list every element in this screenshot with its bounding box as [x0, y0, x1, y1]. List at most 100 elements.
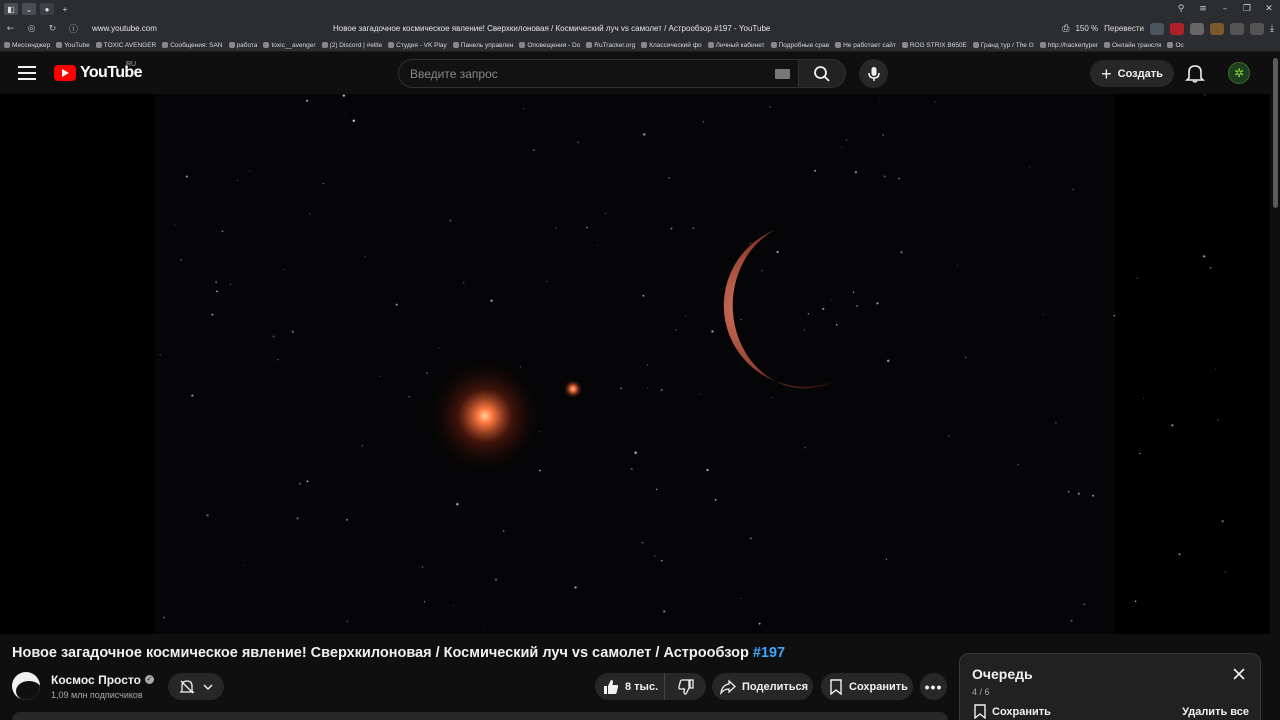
- voice-search-button[interactable]: [859, 59, 888, 88]
- keyboard-icon[interactable]: [775, 69, 790, 79]
- extension-icon[interactable]: [1250, 22, 1265, 35]
- extension-icon[interactable]: [1230, 22, 1245, 35]
- bookmark-item[interactable]: Сообщения: SAN: [162, 42, 223, 49]
- extension-icon[interactable]: [1150, 22, 1165, 35]
- background-star: [346, 620, 349, 623]
- youtube-logo[interactable]: YouTube RU: [54, 61, 142, 82]
- tab-strip-icon[interactable]: ◧: [4, 3, 18, 15]
- minimize-icon[interactable]: –: [1214, 4, 1236, 14]
- more-actions-button[interactable]: •••: [920, 673, 947, 700]
- bookmark-item[interactable]: RuTracker.org: [586, 42, 635, 49]
- bookmark-item[interactable]: Ос: [1167, 42, 1184, 49]
- background-star: [174, 224, 176, 226]
- background-star: [1113, 314, 1115, 317]
- dislike-button[interactable]: [665, 673, 706, 700]
- background-star: [352, 119, 356, 123]
- bookmark-item[interactable]: Не работает сайт: [835, 42, 896, 49]
- translate-button[interactable]: Перевести: [1104, 24, 1144, 33]
- bookmark-item[interactable]: работа: [228, 42, 257, 49]
- create-button[interactable]: + Создать: [1090, 60, 1174, 87]
- background-star: [1083, 603, 1086, 606]
- background-star: [308, 212, 311, 215]
- new-tab-icon[interactable]: +: [58, 3, 72, 15]
- bookmark-item[interactable]: Студия - VK Play: [388, 42, 447, 49]
- bookmark-item[interactable]: YouTube: [56, 42, 90, 49]
- back-icon[interactable]: ←: [0, 24, 21, 34]
- site-info-icon[interactable]: ⓘ: [63, 22, 84, 35]
- background-star: [675, 329, 677, 331]
- background-star: [577, 141, 580, 144]
- pin-icon[interactable]: ⚲: [1170, 4, 1192, 14]
- save-button[interactable]: Сохранить: [821, 673, 913, 700]
- search-box[interactable]: Введите запрос: [398, 59, 798, 88]
- extension-icon[interactable]: [1210, 22, 1225, 35]
- menu-icon[interactable]: ≡: [1192, 4, 1214, 14]
- youtube-header: YouTube RU Введите запрос + Создать ✲: [0, 52, 1280, 94]
- bookmark-item[interactable]: Классический фо: [641, 42, 702, 49]
- bookmark-favicon-icon: [228, 42, 235, 48]
- shield-icon[interactable]: ◎: [21, 24, 42, 34]
- channel-avatar[interactable]: [12, 672, 40, 700]
- url-field[interactable]: www.youtube.com: [92, 24, 292, 33]
- bookmark-item[interactable]: Панель управлен: [452, 42, 513, 49]
- background-star: [807, 313, 810, 315]
- extension-icon[interactable]: [1170, 22, 1185, 35]
- video-hashtag[interactable]: #197: [753, 645, 785, 661]
- background-star: [345, 113, 346, 115]
- queue-save-button[interactable]: Сохранить: [974, 704, 1051, 719]
- tab-icon[interactable]: ⌄: [22, 3, 36, 15]
- bookmark-item[interactable]: (2) Discord | #elite: [321, 42, 382, 49]
- close-icon[interactable]: [1230, 665, 1248, 683]
- bookmark-icon[interactable]: ⎙: [1062, 23, 1069, 34]
- bookmark-item[interactable]: Личный кабинет: [707, 42, 765, 49]
- bookmark-item[interactable]: Онлайн трансля: [1104, 42, 1161, 49]
- subscription-bell-button[interactable]: [168, 673, 224, 700]
- scrollbar-thumb[interactable]: [1273, 58, 1278, 208]
- background-star: [426, 372, 428, 375]
- channel-info: Космос Просто ✓ 1,09 млн подписчиков: [12, 672, 154, 700]
- share-button[interactable]: Поделиться: [712, 673, 813, 700]
- background-star: [604, 212, 607, 215]
- active-tab-icon[interactable]: ●: [40, 3, 54, 15]
- bookmark-item[interactable]: Мессенджер: [4, 42, 50, 49]
- bookmark-item[interactable]: Гранд тур / The G: [972, 42, 1034, 49]
- video-player[interactable]: [0, 94, 1270, 634]
- bookmark-label: Не работает сайт: [843, 41, 896, 49]
- bookmark-item[interactable]: TOXIC AVENGER: [95, 42, 156, 49]
- background-star: [900, 251, 903, 254]
- video-title-text: Новое загадочное космическое явление! Св…: [12, 645, 749, 661]
- description-box[interactable]: [12, 712, 948, 720]
- bookmark-item[interactable]: http://hackertyper: [1039, 42, 1098, 49]
- zoom-level[interactable]: 150 %: [1075, 24, 1098, 33]
- notifications-button[interactable]: [1184, 62, 1206, 84]
- bookmark-item[interactable]: Подробные срав: [770, 42, 829, 49]
- bookmark-favicon-icon: [95, 42, 102, 48]
- queue-delete-all-button[interactable]: Удалить все: [1182, 706, 1249, 718]
- download-icon[interactable]: ⤓: [1270, 23, 1274, 34]
- background-star: [546, 280, 548, 282]
- bookmark-item[interactable]: toxic__avenger: [263, 42, 316, 49]
- bookmark-item[interactable]: ROG STRIX B650E: [901, 42, 967, 49]
- menu-icon[interactable]: [18, 66, 36, 80]
- background-star: [634, 451, 637, 454]
- bookmark-item[interactable]: Оповещения - Do: [519, 42, 580, 49]
- like-button[interactable]: 8 тыс.: [595, 673, 665, 700]
- background-star: [555, 227, 557, 229]
- background-star: [803, 329, 805, 331]
- background-star: [660, 388, 664, 392]
- background-star: [670, 227, 673, 230]
- background-star: [855, 304, 859, 308]
- extension-icon[interactable]: [1190, 22, 1205, 35]
- channel-name[interactable]: Космос Просто: [51, 673, 141, 687]
- bookmark-favicon-icon: [321, 42, 328, 48]
- background-star: [502, 530, 505, 532]
- reload-icon[interactable]: ↻: [42, 24, 63, 34]
- search-button[interactable]: [798, 59, 846, 88]
- bookmark-favicon-icon: [901, 42, 908, 48]
- background-star: [185, 175, 188, 178]
- close-window-icon[interactable]: ✕: [1258, 4, 1280, 14]
- avatar-icon[interactable]: ✲: [1228, 62, 1250, 84]
- maximize-icon[interactable]: ❐: [1236, 4, 1258, 14]
- like-dislike-group: 8 тыс.: [595, 673, 706, 700]
- page-scrollbar[interactable]: [1270, 52, 1280, 720]
